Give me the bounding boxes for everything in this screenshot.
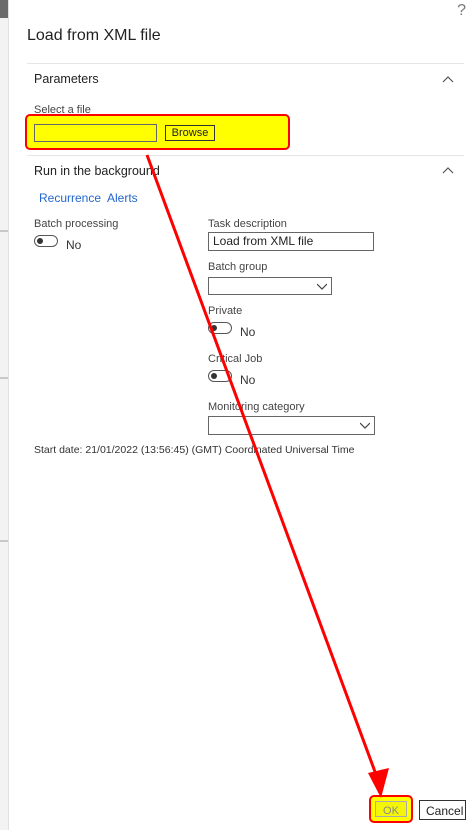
annotation-arrow bbox=[145, 154, 389, 798]
annotation-arrow-head bbox=[368, 768, 389, 798]
annotation-arrow-line bbox=[145, 154, 383, 789]
